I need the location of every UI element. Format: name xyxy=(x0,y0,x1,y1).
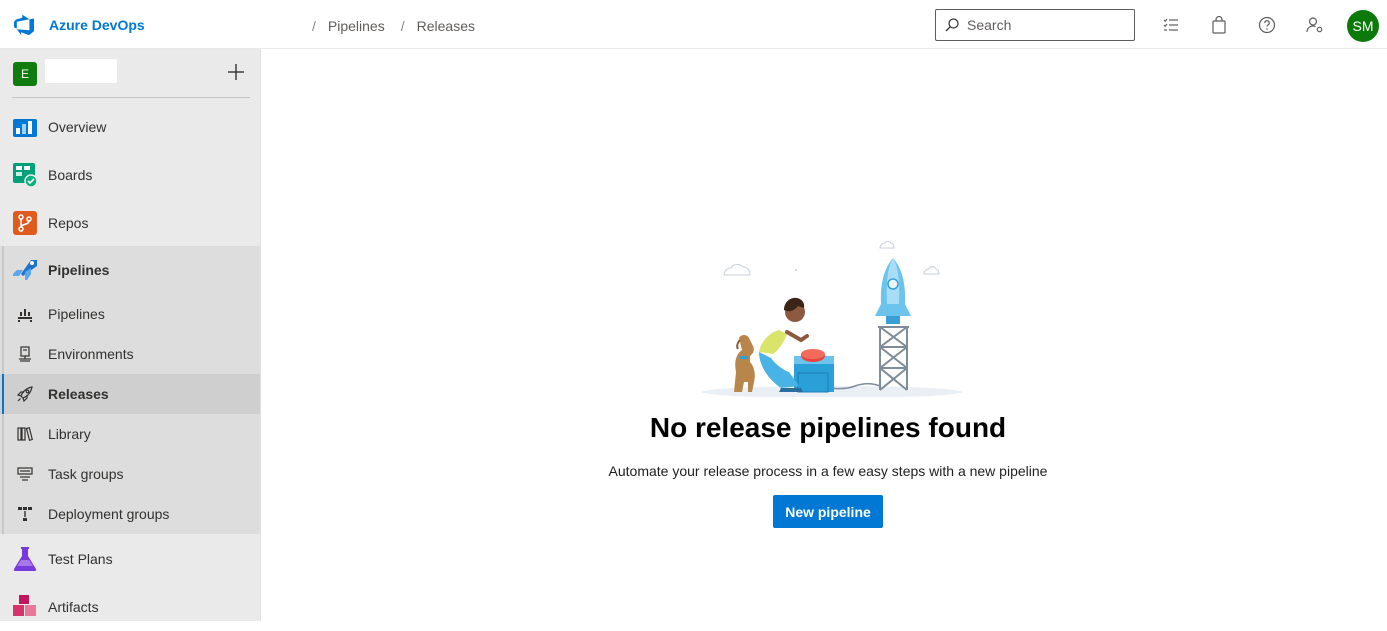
sidebar-subitem-releases[interactable]: Releases xyxy=(0,374,260,414)
sidebar-item-label: Task groups xyxy=(48,466,124,482)
sidebar-subitem-pipelines[interactable]: Pipelines xyxy=(0,294,260,334)
sidebar-item-label: Environments xyxy=(48,346,134,362)
sidebar-item-artifacts[interactable]: Artifacts xyxy=(0,583,260,631)
brand-link[interactable]: Azure DevOps xyxy=(14,14,145,36)
pipelines-icon xyxy=(13,260,37,280)
search-box[interactable] xyxy=(935,9,1135,41)
divider xyxy=(12,97,250,98)
top-bar: Azure DevOps / Pipelines / Releases Sear… xyxy=(0,0,1387,49)
search-input[interactable] xyxy=(967,17,1127,33)
sidebar-item-label: Pipelines xyxy=(48,306,105,322)
repos-icon xyxy=(13,211,37,235)
breadcrumb-separator: / xyxy=(400,18,405,34)
empty-state-title: No release pipelines found xyxy=(649,412,1007,443)
sidebar-subitem-environments[interactable]: Environments xyxy=(0,334,260,374)
boards-icon xyxy=(13,163,37,187)
sidebar-item-test-plans[interactable]: Test Plans xyxy=(0,535,260,583)
sidebar-item-overview[interactable]: Overview xyxy=(0,103,260,151)
sidebar-item-pipelines[interactable]: Pipelines xyxy=(0,246,260,294)
overview-icon xyxy=(13,119,37,137)
library-icon xyxy=(17,426,33,442)
sidebar-item-label: Test Plans xyxy=(48,551,113,567)
breadcrumb-releases[interactable]: Releases xyxy=(417,18,475,34)
sidebar-item-label: Pipelines xyxy=(48,262,110,278)
sidebar-subitem-task-groups[interactable]: Task groups xyxy=(0,454,260,494)
avatar[interactable]: SM xyxy=(1347,10,1379,42)
empty-state-description: Automate your release process in a few e… xyxy=(608,463,1048,479)
sidebar-item-label: Repos xyxy=(48,215,89,231)
brand-name: Azure DevOps xyxy=(49,17,145,33)
breadcrumb-pipelines[interactable]: Pipelines xyxy=(328,18,385,34)
pipelines-group: Pipelines Pipelines Environments Release… xyxy=(0,246,260,534)
test-plans-icon xyxy=(13,547,37,571)
sidebar-subitem-library[interactable]: Library xyxy=(0,414,260,454)
sidebar-item-label: Boards xyxy=(48,167,93,183)
sidebar-item-label: Overview xyxy=(48,119,107,135)
azure-devops-logo-icon xyxy=(14,14,34,36)
sidebar-item-repos[interactable]: Repos xyxy=(0,199,260,247)
breadcrumb-separator: / xyxy=(312,18,316,34)
new-pipeline-button[interactable]: New pipeline xyxy=(773,495,883,528)
work-items-icon[interactable] xyxy=(1162,16,1180,34)
project-name-field[interactable] xyxy=(45,59,117,83)
breadcrumb: / Pipelines / Releases xyxy=(312,18,491,34)
release-illustration xyxy=(702,241,962,397)
help-icon[interactable] xyxy=(1258,16,1276,34)
sidebar-item-label: Deployment groups xyxy=(48,506,170,522)
sidebar-item-label: Library xyxy=(48,426,91,442)
marketplace-bag-icon[interactable] xyxy=(1210,16,1228,34)
rocket-icon xyxy=(17,386,33,402)
project-header[interactable]: E xyxy=(0,49,260,97)
artifacts-icon xyxy=(13,595,36,616)
plus-icon[interactable] xyxy=(227,63,245,81)
deployment-groups-icon xyxy=(18,507,32,521)
user-settings-icon[interactable] xyxy=(1306,16,1324,34)
environments-icon xyxy=(19,346,31,362)
pipelines-sub-icon xyxy=(18,309,32,322)
task-groups-icon xyxy=(17,467,33,481)
sidebar-item-label: Artifacts xyxy=(48,599,99,615)
sidebar-subitem-deployment-groups[interactable]: Deployment groups xyxy=(0,494,260,534)
sidebar-item-boards[interactable]: Boards xyxy=(0,151,260,199)
main-content: No release pipelines found Automate your… xyxy=(262,50,1387,621)
project-badge: E xyxy=(13,62,37,86)
sidebar-item-label: Releases xyxy=(48,386,109,402)
search-icon xyxy=(945,18,959,32)
sidebar: E Overview Boards Repos Pipelines Pipeli… xyxy=(0,49,261,621)
